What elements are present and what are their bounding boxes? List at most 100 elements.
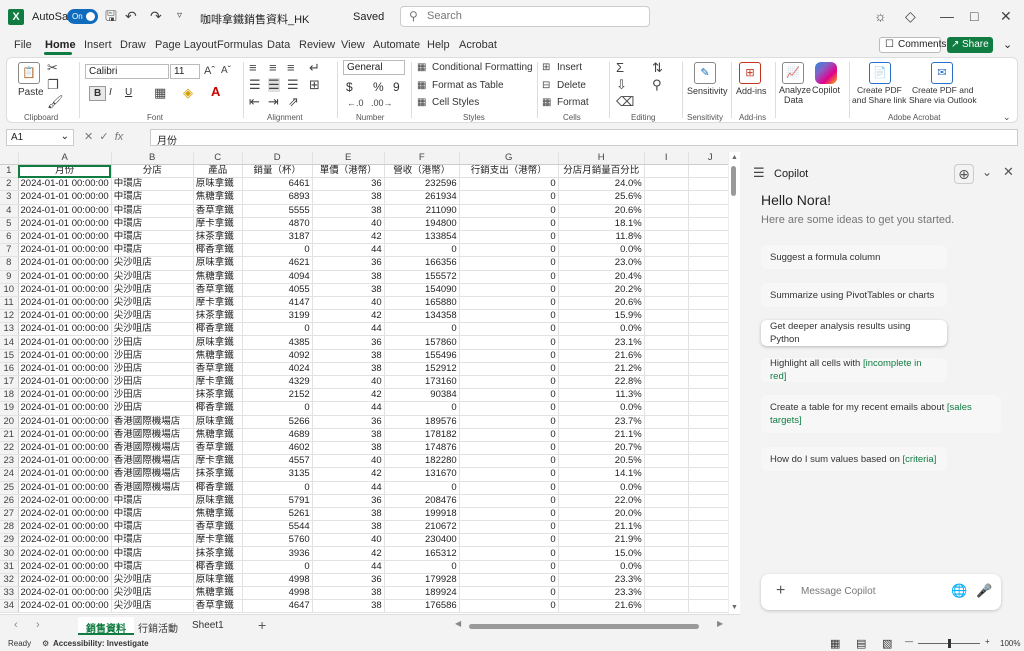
cell[interactable]: 香港國際機場店: [111, 428, 194, 442]
cell[interactable]: 5555: [242, 204, 313, 218]
column-header-i[interactable]: I: [644, 152, 689, 165]
scroll-left-icon[interactable]: ◀: [455, 619, 461, 628]
cell[interactable]: 21.6%: [558, 599, 645, 614]
cell[interactable]: 42: [312, 309, 385, 324]
cell[interactable]: 香草拿鐵: [193, 204, 243, 218]
cell[interactable]: 椰香拿鐵: [193, 481, 243, 495]
cell[interactable]: [688, 533, 733, 548]
cell[interactable]: 2024-01-01 00:00:00: [18, 454, 112, 469]
cell[interactable]: 2024-01-01 00:00:00: [18, 296, 112, 311]
cell[interactable]: [688, 481, 733, 495]
cell[interactable]: 沙田店: [111, 362, 194, 377]
cell[interactable]: [644, 270, 689, 284]
cell[interactable]: 174876: [384, 441, 460, 456]
copilot-message-input[interactable]: + Message Copilot 🌐 🎤: [761, 574, 1001, 610]
autosum-icon[interactable]: Σ: [616, 61, 624, 75]
cell[interactable]: 6893: [242, 190, 313, 205]
cell[interactable]: 2024-02-01 00:00:00: [18, 599, 112, 614]
cell[interactable]: 20.6%: [558, 204, 645, 218]
cell[interactable]: [644, 441, 689, 456]
cell[interactable]: 230400: [384, 533, 460, 548]
cell[interactable]: 2024-01-01 00:00:00: [18, 230, 112, 245]
undo-icon[interactable]: ↶: [125, 8, 137, 24]
cell[interactable]: 4024: [242, 362, 313, 377]
accessibility-icon[interactable]: ⚙: [42, 639, 49, 648]
cell[interactable]: 2024-01-01 00:00:00: [18, 335, 112, 350]
sheet-tab-sheet1[interactable]: Sheet1: [184, 617, 232, 635]
cell[interactable]: [688, 177, 733, 192]
cell[interactable]: [688, 401, 733, 416]
cell[interactable]: 155572: [384, 270, 460, 284]
cell[interactable]: 焦糖拿鐵: [193, 270, 243, 284]
enter-icon[interactable]: ✓: [99, 131, 108, 143]
cell[interactable]: 摩卡拿鐵: [193, 217, 243, 231]
zoom-in-icon[interactable]: +: [985, 637, 990, 646]
decrease-font-icon[interactable]: Aˇ: [221, 64, 231, 78]
fill-icon[interactable]: ⇩: [616, 78, 627, 92]
row-header[interactable]: 15: [0, 349, 19, 363]
cell[interactable]: [688, 546, 733, 561]
cell[interactable]: 2024-01-01 00:00:00: [18, 362, 112, 377]
cell[interactable]: 原味拿鐵: [193, 494, 243, 508]
zoom-level[interactable]: 100%: [1000, 639, 1020, 648]
cell[interactable]: 4557: [242, 454, 313, 469]
cell[interactable]: 4147: [242, 296, 313, 311]
row-header[interactable]: 23: [0, 454, 19, 469]
format-table-icon[interactable]: ▦: [417, 79, 426, 93]
cell[interactable]: 0: [459, 507, 559, 522]
cell[interactable]: 21.9%: [558, 533, 645, 548]
suggestion-card[interactable]: Summarize using PivotTables or charts: [761, 283, 947, 307]
cell[interactable]: 2024-01-01 00:00:00: [18, 428, 112, 442]
cell[interactable]: 0: [459, 309, 559, 324]
bold-button[interactable]: B: [89, 86, 107, 101]
cell[interactable]: 沙田店: [111, 401, 194, 416]
cell[interactable]: 0: [242, 481, 313, 495]
create-pdf-share-icon[interactable]: 📄: [869, 62, 891, 84]
cell[interactable]: 38: [312, 204, 385, 218]
cell[interactable]: 20.4%: [558, 270, 645, 284]
cell[interactable]: [688, 415, 733, 429]
cell[interactable]: 中環店: [111, 230, 194, 245]
cell[interactable]: 165312: [384, 546, 460, 561]
cell[interactable]: 中環店: [111, 560, 194, 574]
row-header[interactable]: 28: [0, 520, 19, 535]
cell[interactable]: 抹茶拿鐵: [193, 230, 243, 245]
cell[interactable]: 0: [459, 388, 559, 403]
cell[interactable]: 154090: [384, 283, 460, 297]
cell[interactable]: 2024-01-01 00:00:00: [18, 309, 112, 324]
cell[interactable]: 0: [242, 401, 313, 416]
cell[interactable]: 21.6%: [558, 349, 645, 363]
cell[interactable]: 23.1%: [558, 335, 645, 350]
autosave-toggle[interactable]: On: [67, 9, 98, 24]
italic-button[interactable]: I: [109, 87, 112, 98]
cell[interactable]: 香港國際機場店: [111, 467, 194, 482]
sort-filter-icon[interactable]: ⇅: [652, 61, 663, 75]
row-header[interactable]: 19: [0, 401, 19, 416]
cell[interactable]: 0.0%: [558, 243, 645, 258]
cell[interactable]: [688, 349, 733, 363]
cell[interactable]: [644, 217, 689, 231]
decrease-indent-icon[interactable]: ⇤: [249, 95, 260, 109]
cell[interactable]: 176586: [384, 599, 460, 614]
cell[interactable]: 0: [459, 441, 559, 456]
cell[interactable]: 38: [312, 362, 385, 377]
fx-icon[interactable]: fx: [115, 131, 124, 143]
cell[interactable]: 中環店: [111, 217, 194, 231]
analyze-data-icon[interactable]: 📈: [782, 62, 804, 84]
cell[interactable]: 22.0%: [558, 494, 645, 508]
page-break-view-icon[interactable]: ▧: [882, 637, 892, 650]
accessibility-status[interactable]: Accessibility: Investigate: [53, 639, 149, 648]
ribbon-options-icon[interactable]: ⌄: [1003, 110, 1011, 124]
cell[interactable]: 0: [459, 586, 559, 601]
cell[interactable]: [644, 546, 689, 561]
row-header[interactable]: 13: [0, 322, 19, 337]
cell[interactable]: 189924: [384, 586, 460, 601]
conditional-formatting-icon[interactable]: ▦: [417, 61, 426, 75]
cell[interactable]: 中環店: [111, 533, 194, 548]
cell[interactable]: 尖沙咀店: [111, 309, 194, 324]
wrap-text-icon[interactable]: ↵: [309, 61, 320, 75]
cell[interactable]: 2024-01-01 00:00:00: [18, 177, 112, 192]
menu-home[interactable]: Home: [45, 39, 76, 51]
row-header[interactable]: 6: [0, 230, 19, 245]
share-button[interactable]: ↗ Share: [947, 37, 993, 53]
